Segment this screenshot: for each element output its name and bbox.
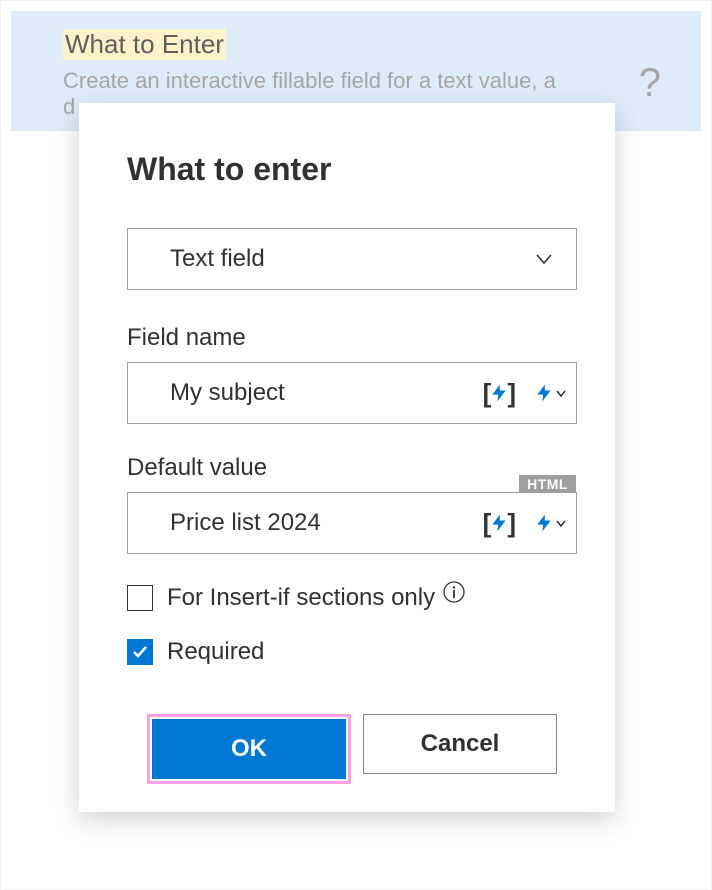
info-icon[interactable]: [443, 581, 465, 603]
bolt-dropdown-button[interactable]: [534, 380, 566, 406]
html-badge: HTML: [519, 475, 576, 493]
default-value-label: Default value: [127, 454, 577, 482]
required-label: Required: [167, 638, 264, 666]
bracket-bolt-icon[interactable]: []: [483, 508, 516, 539]
default-value-value: Price list 2024: [170, 509, 483, 537]
bolt-icon: [534, 380, 554, 406]
field-name-label: Field name: [127, 324, 577, 352]
required-checkbox[interactable]: [127, 639, 153, 665]
dialog-button-row: OK Cancel: [127, 714, 577, 784]
insert-if-only-label: For Insert-if sections only: [167, 584, 435, 612]
cancel-button[interactable]: Cancel: [363, 714, 557, 774]
field-name-value: My subject: [170, 379, 483, 407]
chevron-down-icon: [536, 251, 552, 267]
dialog-title: What to enter: [127, 151, 577, 188]
chevron-down-icon: [556, 388, 566, 398]
bolt-icon: [534, 510, 554, 536]
insert-if-only-row: For Insert-if sections only: [127, 584, 577, 612]
checkmark-icon: [132, 644, 148, 660]
what-to-enter-dialog: What to enter Text field Field name My s…: [79, 103, 615, 812]
bg-title-highlight: What to Enter: [63, 29, 226, 60]
help-icon[interactable]: ?: [639, 61, 661, 106]
required-row: Required: [127, 638, 577, 666]
ok-button-highlight: OK: [147, 714, 351, 784]
ok-button[interactable]: OK: [152, 719, 346, 779]
field-type-value: Text field: [170, 245, 265, 273]
insert-if-only-checkbox[interactable]: [127, 585, 153, 611]
bolt-dropdown-button[interactable]: [534, 510, 566, 536]
bracket-bolt-icon[interactable]: []: [483, 378, 516, 409]
chevron-down-icon: [556, 518, 566, 528]
field-type-select[interactable]: Text field: [127, 228, 577, 290]
default-value-input[interactable]: HTML Price list 2024 []: [127, 492, 577, 554]
field-name-input[interactable]: My subject []: [127, 362, 577, 424]
